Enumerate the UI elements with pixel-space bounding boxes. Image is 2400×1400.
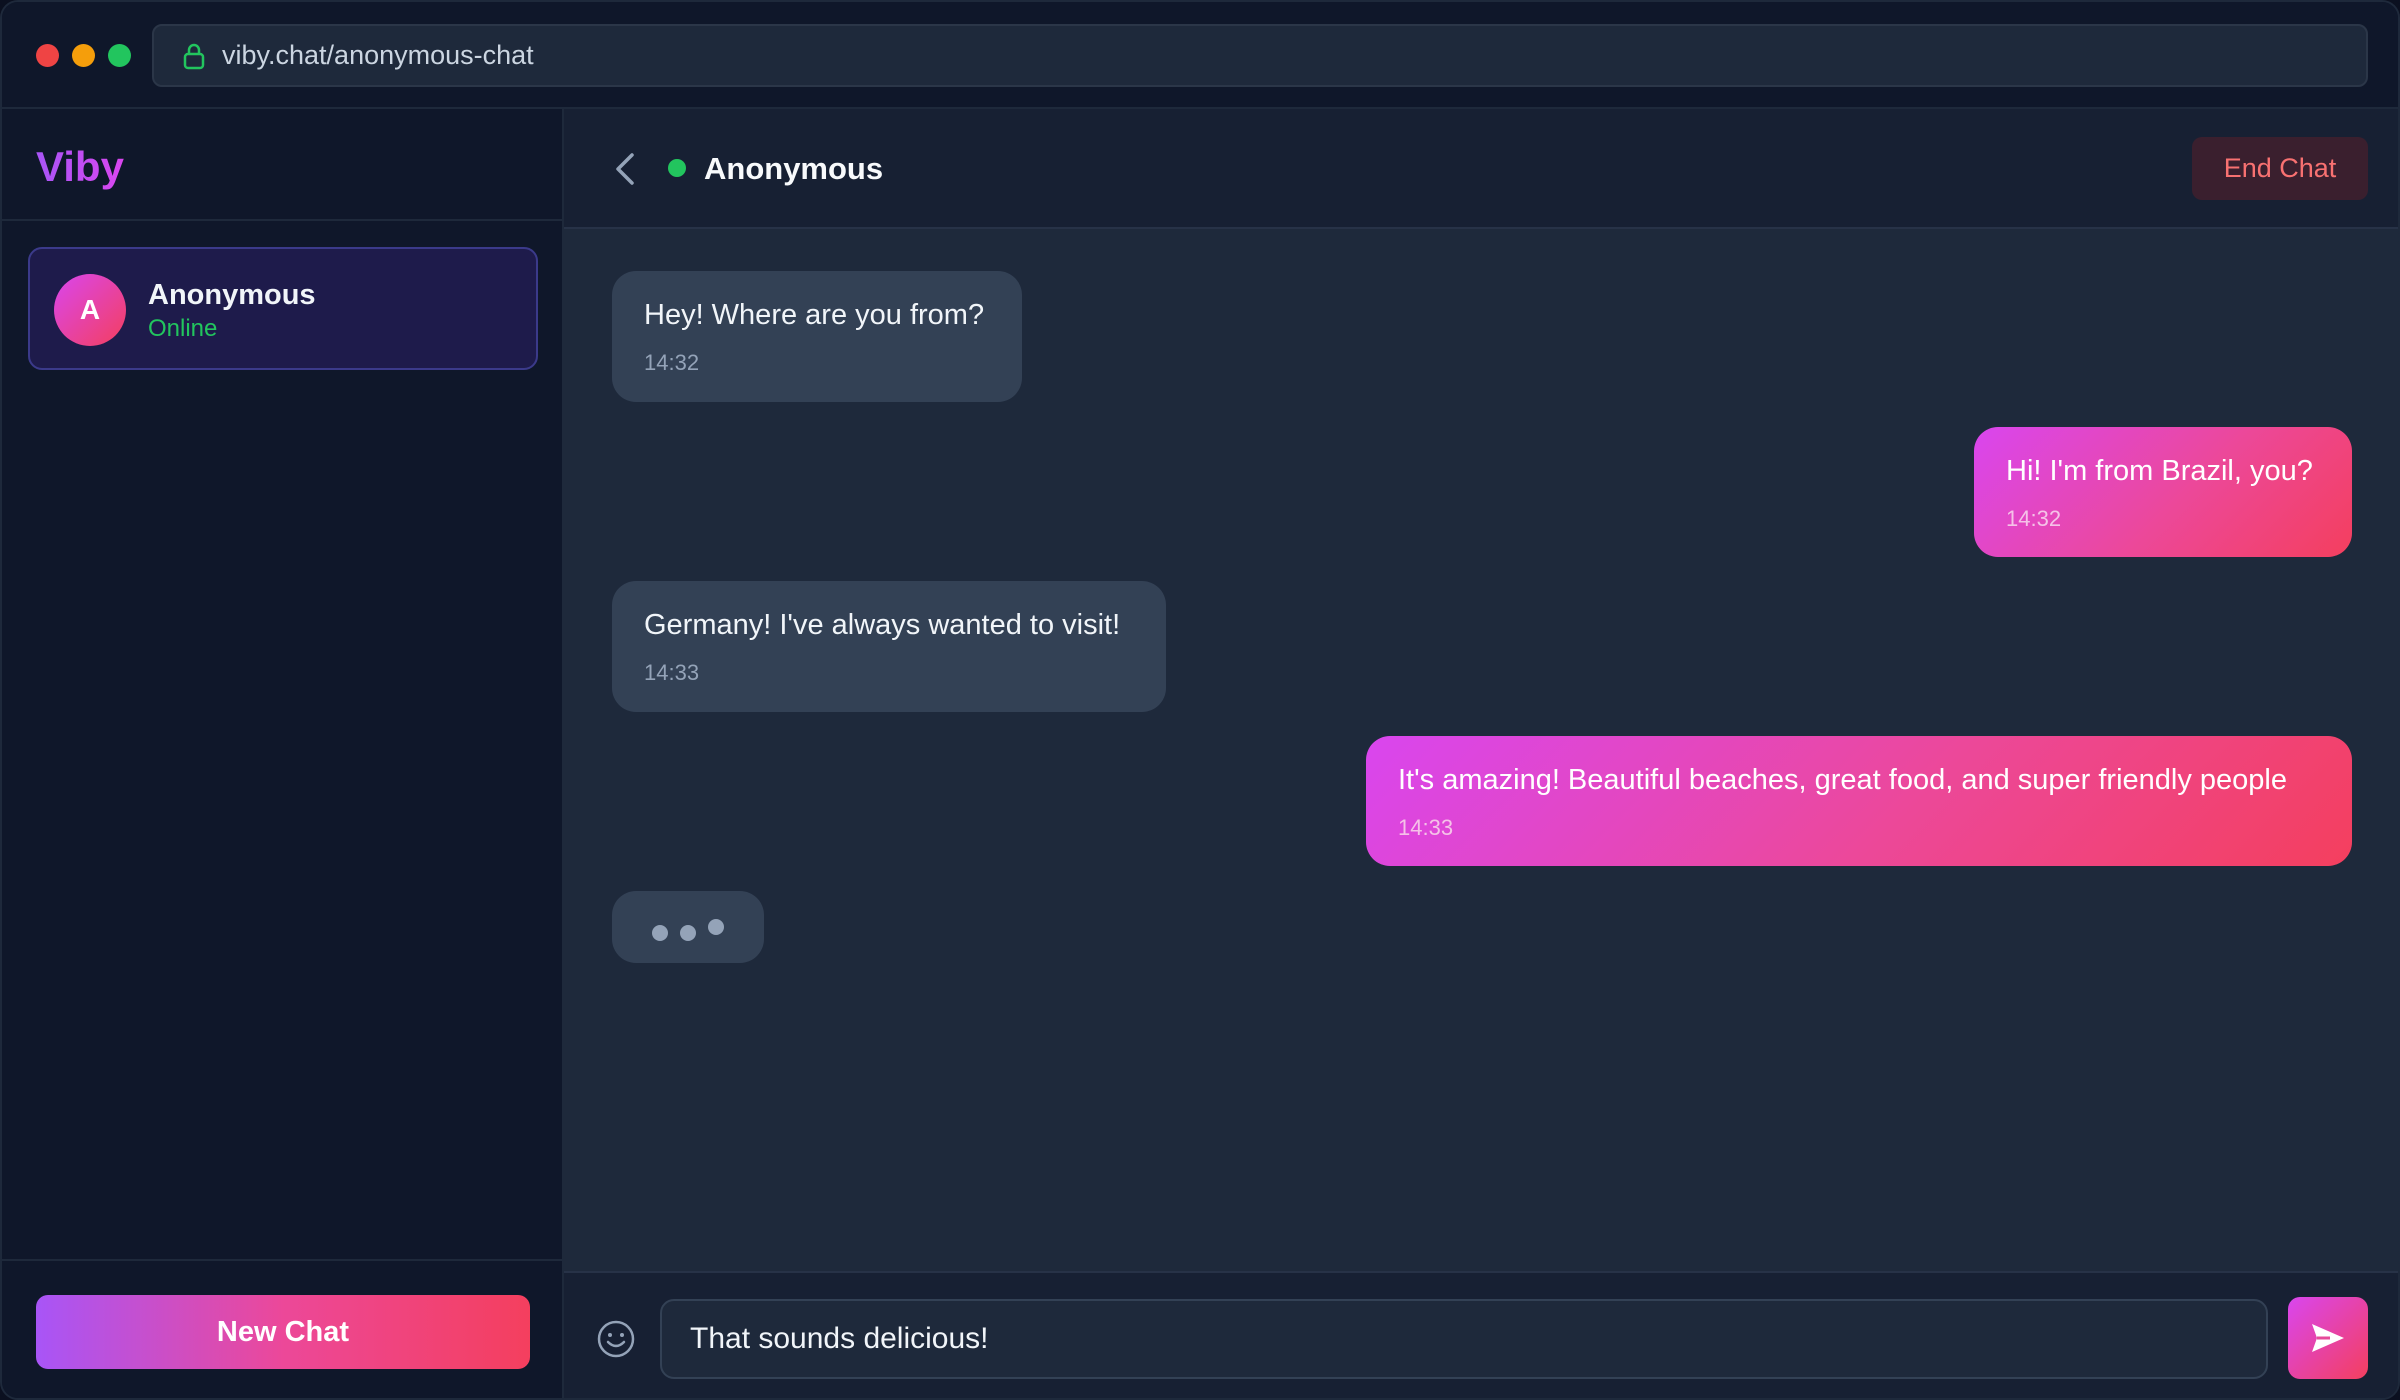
message-time: 14:33 — [644, 660, 700, 685]
brand-logo: Viby — [36, 143, 124, 190]
maximize-window-button[interactable] — [108, 44, 131, 67]
typing-dot — [680, 925, 696, 941]
message-bubble-incoming: Germany! I've always wanted to visit! 14… — [612, 581, 1166, 712]
message-time: 14:32 — [2006, 506, 2062, 531]
message-text: It's amazing! Beautiful beaches, great f… — [1398, 764, 2287, 796]
new-chat-button[interactable]: New Chat — [36, 1295, 530, 1369]
divider — [2, 219, 562, 221]
app-window: viby.chat/anonymous-chat Viby A Anonymou… — [0, 0, 2400, 1400]
message-input[interactable] — [660, 1299, 2268, 1379]
message-text: Hey! Where are you from? — [644, 299, 985, 331]
message-text: Hi! I'm from Brazil, you? — [2006, 455, 2313, 487]
chat-list-item[interactable]: A Anonymous Online — [28, 247, 538, 370]
typing-indicator — [612, 891, 764, 963]
address-url: viby.chat/anonymous-chat — [222, 40, 534, 70]
message-bubble-outgoing: It's amazing! Beautiful beaches, great f… — [1366, 736, 2352, 866]
sidebar: Viby A Anonymous Online New Chat — [2, 109, 564, 1398]
browser-titlebar: viby.chat/anonymous-chat — [2, 2, 2398, 109]
smiley-icon[interactable] — [596, 1319, 636, 1359]
message-bubble-outgoing: Hi! I'm from Brazil, you? 14:32 — [1974, 427, 2352, 557]
address-bar[interactable]: viby.chat/anonymous-chat — [152, 24, 2368, 87]
end-chat-button[interactable]: End Chat — [2192, 137, 2368, 200]
message-time: 14:32 — [644, 350, 700, 375]
message-composer — [564, 1271, 2398, 1398]
chat-header: Anonymous End Chat — [564, 109, 2398, 229]
chevron-left-icon[interactable] — [610, 149, 640, 189]
avatar: A — [54, 274, 126, 346]
send-icon — [2312, 1324, 2344, 1352]
divider — [2, 1259, 562, 1261]
minimize-window-button[interactable] — [72, 44, 95, 67]
lock-icon — [183, 43, 205, 69]
typing-dot — [652, 925, 668, 941]
close-window-button[interactable] — [36, 44, 59, 67]
chat-item-status: Online — [148, 315, 218, 342]
chat-partner-name: Anonymous — [704, 151, 884, 186]
send-button[interactable] — [2288, 1297, 2368, 1379]
message-text: Germany! I've always wanted to visit! — [644, 609, 1121, 641]
online-status-dot — [668, 159, 686, 177]
chat-item-name: Anonymous — [148, 279, 316, 311]
message-time: 14:33 — [1398, 815, 1454, 840]
message-bubble-incoming: Hey! Where are you from? 14:32 — [612, 271, 1022, 402]
chat-panel: Anonymous End Chat Hey! Where are you fr… — [564, 109, 2398, 1398]
typing-dot — [708, 919, 724, 935]
